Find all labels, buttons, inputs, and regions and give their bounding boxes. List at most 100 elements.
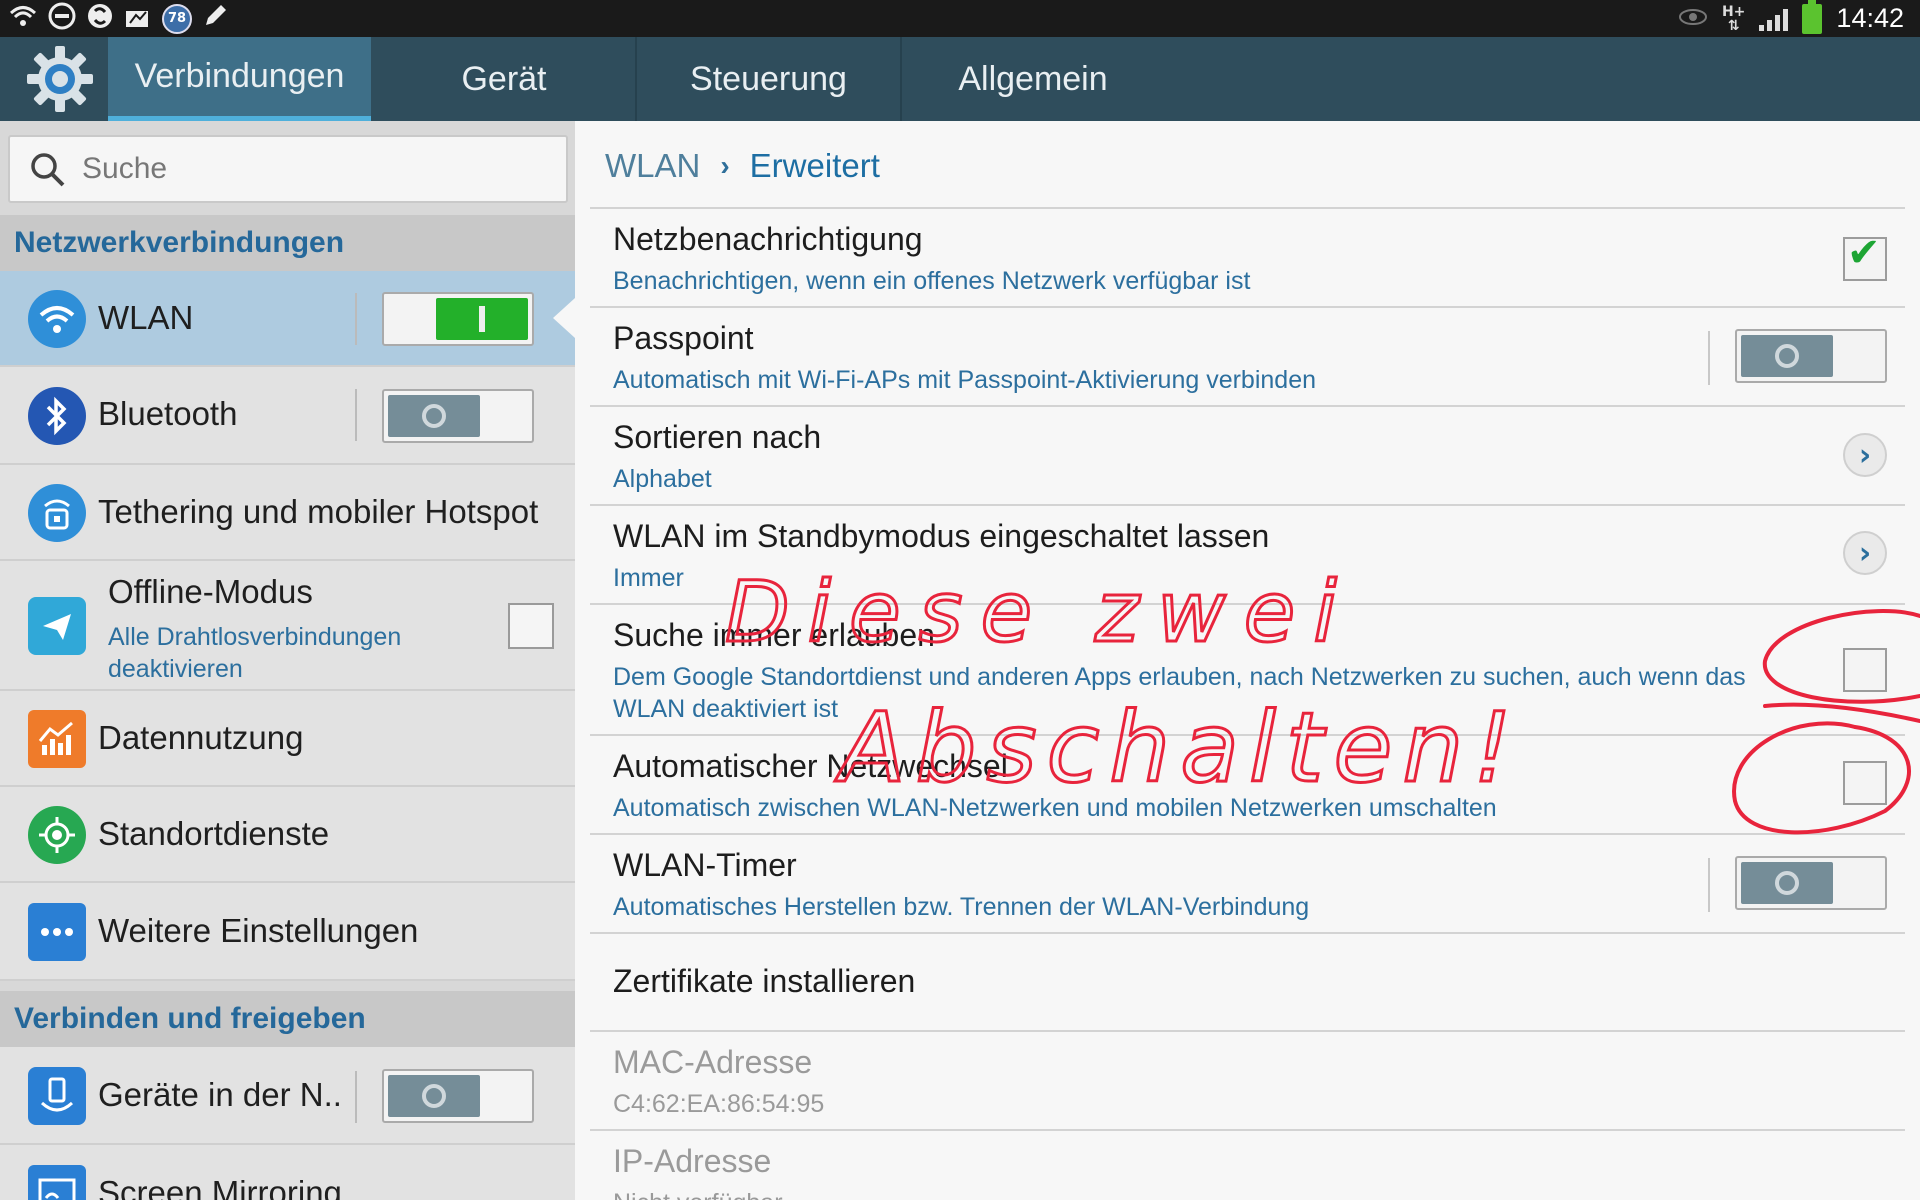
- network-type: H+: [1721, 3, 1746, 20]
- settings-tab-bar: Verbindungen Gerät Steuerung Allgemein: [0, 37, 1920, 121]
- sync-icon: [86, 2, 114, 35]
- passpoint-toggle[interactable]: [1735, 329, 1887, 383]
- screen-mirroring-icon: [28, 1165, 86, 1200]
- setting-title: Suche immer erlauben: [613, 617, 935, 653]
- sidebar-item-tethering[interactable]: Tethering und mobiler Hotspot: [0, 465, 575, 561]
- setting-title: WLAN-Timer: [613, 847, 797, 883]
- wlan-toggle[interactable]: [382, 292, 534, 346]
- divider: [590, 504, 1905, 506]
- ip-address-value: Nicht verfügbar: [613, 1187, 783, 1200]
- search-input[interactable]: [82, 145, 552, 193]
- chevron-right-icon[interactable]: ›: [1843, 433, 1887, 477]
- tab-allgemein[interactable]: Allgemein: [902, 37, 1164, 121]
- more-icon: [28, 903, 86, 961]
- wifi-icon: [28, 290, 86, 348]
- tab-steuerung[interactable]: Steuerung: [637, 37, 900, 121]
- wlan-advanced-panel: WLAN › Erweitert Netzbenachrichtigung Be…: [575, 121, 1920, 1200]
- battery-icon: [1802, 0, 1823, 34]
- tab-verbindungen[interactable]: Verbindungen: [108, 37, 371, 121]
- netzbenachrichtigung-checkbox[interactable]: [1843, 233, 1887, 281]
- settings-gear-icon: [22, 46, 98, 112]
- search-box[interactable]: [8, 135, 568, 203]
- divider: [590, 405, 1905, 407]
- nearby-devices-toggle[interactable]: [382, 1069, 534, 1123]
- setting-subtitle-line2: WLAN deaktiviert ist: [613, 695, 839, 723]
- badge-count: 78: [167, 11, 187, 26]
- setting-title: Sortieren nach: [613, 419, 822, 455]
- sidebar-item-label: Weitere Einstellungen: [98, 912, 419, 949]
- switch-knob: [1741, 335, 1833, 377]
- hotspot-icon: [28, 484, 86, 542]
- setting-subtitle: Automatisches Herstellen bzw. Trennen de…: [613, 893, 1310, 921]
- sidebar-item-screen-mirroring[interactable]: Screen Mirroring: [0, 1145, 575, 1200]
- sidebar-item-weitere-einstellungen[interactable]: Weitere Einstellungen: [0, 883, 575, 981]
- airplane-icon: [28, 597, 86, 655]
- signal-icon: [1759, 7, 1789, 31]
- mac-address-value: C4:62:EA:86:54:95: [613, 1090, 825, 1118]
- section-header-verbinden-und-freigeben: Verbinden und freigeben: [0, 991, 575, 1047]
- divider: [590, 932, 1905, 934]
- sidebar-item-bluetooth[interactable]: Bluetooth: [0, 367, 575, 465]
- data-icon: [124, 3, 152, 34]
- setting-title: WLAN im Standbymodus eingeschaltet lasse…: [613, 518, 1270, 554]
- location-icon: [28, 806, 86, 864]
- switch-knob: [388, 1075, 480, 1117]
- divider: [590, 207, 1905, 209]
- sidebar-item-label: WLAN: [98, 299, 194, 336]
- divider: [590, 1129, 1905, 1131]
- section-header-netzwerkverbindungen: Netzwerkverbindungen: [0, 215, 575, 271]
- divider: [355, 293, 357, 345]
- pen-icon: [202, 3, 228, 34]
- data-usage-icon: [28, 710, 86, 768]
- sidebar-item-standortdienste[interactable]: Standortdienste: [0, 787, 575, 883]
- sidebar-item-wlan[interactable]: WLAN: [0, 271, 575, 367]
- setting-title: MAC-Adresse: [613, 1044, 813, 1080]
- switch-knob: [436, 298, 528, 340]
- sidebar-item-label: Bluetooth: [98, 395, 238, 432]
- chevron-right-icon[interactable]: ›: [1843, 531, 1887, 575]
- sidebar-item-datennutzung[interactable]: Datennutzung: [0, 691, 575, 787]
- divider: [590, 734, 1905, 736]
- automatischer-netzwechsel-checkbox[interactable]: [1843, 761, 1887, 805]
- sidebar-item-label: Offline-Modus: [108, 573, 313, 610]
- setting-subtitle: Automatisch zwischen WLAN-Netzwerken und…: [613, 794, 1497, 822]
- offline-mode-checkbox[interactable]: [508, 603, 554, 649]
- eye-icon: [1678, 7, 1708, 31]
- search-icon: [31, 153, 65, 187]
- divider: [1708, 858, 1710, 912]
- sidebar-item-geraete-in-der-naehe[interactable]: Geräte in der N..: [0, 1047, 575, 1145]
- wlan-timer-toggle[interactable]: [1735, 856, 1887, 910]
- divider: [590, 603, 1905, 605]
- status-bar-right: H+ ⇅ 14:42: [1678, 0, 1904, 35]
- setting-title: IP-Adresse: [613, 1143, 772, 1179]
- wifi-signal-icon: [8, 4, 38, 33]
- tab-geraet[interactable]: Gerät: [373, 37, 635, 121]
- switch-knob: [388, 395, 480, 437]
- divider: [590, 1030, 1905, 1032]
- sidebar-item-offline-modus[interactable]: Offline-Modus Alle Drahtlosverbindungen …: [0, 561, 575, 691]
- minus-circle-icon: [48, 2, 76, 35]
- settings-sidebar: Netzwerkverbindungen WLAN Bluetooth Teth…: [0, 121, 575, 1200]
- suche-immer-erlauben-checkbox[interactable]: [1843, 648, 1887, 692]
- divider: [590, 833, 1905, 835]
- switch-knob: [1741, 862, 1833, 904]
- setting-subtitle: Alphabet: [613, 465, 712, 493]
- sidebar-item-label: Screen Mirroring: [98, 1174, 342, 1200]
- setting-title: Zertifikate installieren: [613, 963, 916, 999]
- divider: [590, 306, 1905, 308]
- divider: [355, 1071, 357, 1123]
- badge-icon: 78: [162, 3, 192, 34]
- network-arrows-icon: H+ ⇅: [1721, 3, 1746, 34]
- sidebar-item-label: Tethering und mobiler Hotspot: [98, 493, 539, 530]
- breadcrumb-erweitert: Erweitert: [749, 147, 880, 184]
- nearby-devices-icon: [28, 1067, 86, 1125]
- bluetooth-toggle[interactable]: [382, 389, 534, 443]
- sidebar-item-subtitle: Alle Drahtlosverbindungen deaktivieren: [108, 623, 402, 683]
- setting-subtitle: Benachrichtigen, wenn ein offenes Netzwe…: [613, 267, 1251, 295]
- setting-subtitle: Dem Google Standortdienst und anderen Ap…: [613, 663, 1746, 691]
- setting-subtitle: Immer: [613, 564, 684, 592]
- sidebar-item-label: Geräte in der N..: [98, 1076, 342, 1113]
- sidebar-item-label: Datennutzung: [98, 719, 304, 756]
- status-bar: 78 H+ ⇅ 14:42: [0, 0, 1920, 37]
- breadcrumb-wlan[interactable]: WLAN: [605, 147, 700, 185]
